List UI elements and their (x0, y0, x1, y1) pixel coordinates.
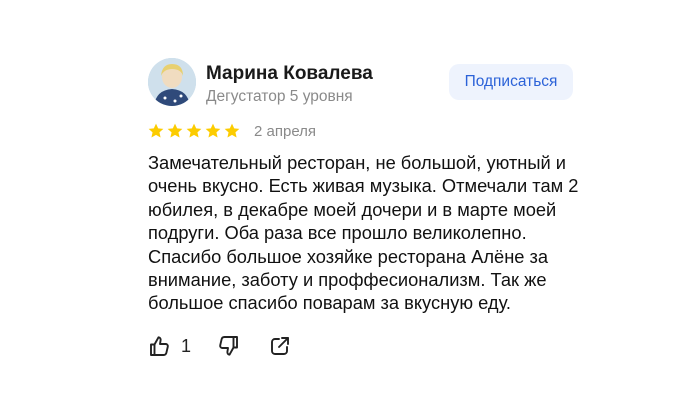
review-text: Замечательный ресторан, не большой, уютн… (148, 152, 579, 314)
author-level: Дегустатор 5 уровня (206, 88, 353, 105)
avatar-image (148, 58, 196, 106)
star-icon (167, 123, 183, 138)
like-count: 1 (181, 335, 192, 356)
thumbs-up-icon (150, 336, 169, 356)
share-button[interactable] (268, 334, 292, 358)
review-date: 2 апреля (254, 123, 317, 140)
rating-stars (147, 122, 241, 140)
star-icon (148, 123, 164, 138)
avatar[interactable] (148, 58, 196, 106)
star-icon (205, 123, 221, 138)
author-name[interactable]: Марина Ковалева (206, 63, 373, 85)
review-card: Марина Ковалева Дегустатор 5 уровня Подп… (0, 0, 700, 420)
like-button[interactable]: 1 (148, 334, 191, 358)
star-icon (186, 123, 202, 138)
subscribe-button[interactable]: Подписаться (449, 64, 573, 100)
dislike-button[interactable] (216, 334, 240, 358)
thumbs-down-icon (219, 336, 238, 356)
star-icon (224, 123, 240, 138)
share-icon (271, 337, 289, 355)
